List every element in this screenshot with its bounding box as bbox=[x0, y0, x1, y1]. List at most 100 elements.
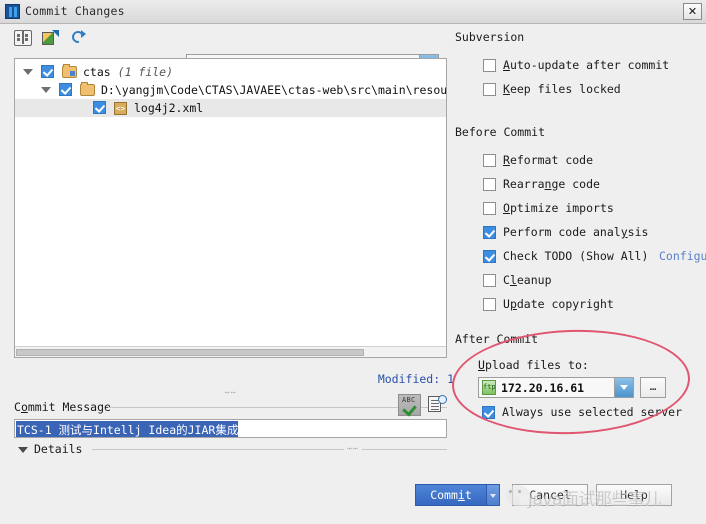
label-pre: U bbox=[503, 297, 510, 311]
commit-message-input[interactable]: TCS-1 测试与Intellj Idea的JIAR集成 bbox=[14, 419, 447, 438]
option-perform-code-analysis[interactable]: Perform code analysis bbox=[455, 222, 700, 246]
label-mnemonic: O bbox=[503, 201, 510, 215]
option-label: Perform code analysis bbox=[503, 225, 648, 239]
label-post: eformat code bbox=[509, 153, 594, 167]
horizontal-scrollbar[interactable] bbox=[15, 346, 446, 357]
row-checkbox[interactable] bbox=[41, 65, 54, 78]
commit-options-panel: Subversion Auto-update after commit Keep… bbox=[455, 30, 706, 346]
show-diff-in-editor-icon[interactable] bbox=[42, 30, 60, 48]
spellcheck-icon[interactable]: ABC bbox=[398, 394, 421, 417]
option-label: Optimize imports bbox=[503, 201, 614, 215]
row-checkbox[interactable] bbox=[483, 59, 496, 72]
splitter-dots: ⋯⋯ bbox=[224, 388, 237, 397]
label-mnemonic: p bbox=[509, 297, 517, 311]
cm-label-pre: C bbox=[14, 400, 21, 414]
cm-label-mnemonic: o bbox=[20, 400, 28, 414]
row-checkbox[interactable] bbox=[483, 226, 496, 239]
upload-label-mnemonic: U bbox=[478, 358, 485, 372]
option-rearrange-code[interactable]: Rearrange code bbox=[455, 174, 700, 198]
option-label: Rearrange code bbox=[503, 177, 600, 191]
row-checkbox[interactable] bbox=[482, 406, 495, 419]
label-post: eep files locked bbox=[509, 82, 621, 96]
row-checkbox[interactable] bbox=[483, 274, 496, 287]
folder-icon bbox=[80, 82, 95, 96]
upload-label-post: pload files to: bbox=[484, 358, 589, 372]
table-row[interactable]: ctas (1 file) bbox=[15, 63, 446, 81]
xml-file-icon: <> bbox=[114, 102, 127, 115]
option-label: Cleanup bbox=[503, 273, 552, 287]
label-post: eanup bbox=[516, 273, 552, 287]
details-label: Details bbox=[34, 442, 88, 456]
row-checkbox[interactable] bbox=[59, 83, 72, 96]
help-button[interactable]: Help bbox=[596, 484, 672, 506]
label-post: ge code bbox=[551, 177, 600, 191]
row-checkbox[interactable] bbox=[483, 298, 496, 311]
option-cleanup[interactable]: Cleanup bbox=[455, 270, 700, 294]
commit-message-header: Commit Message bbox=[14, 400, 447, 414]
folder-changelist-icon bbox=[62, 64, 77, 78]
divider bbox=[92, 449, 447, 450]
cm-label-post: mmit Message bbox=[27, 400, 111, 414]
label-mnemonic: l bbox=[509, 273, 517, 287]
list-item: log4j2.xml bbox=[134, 101, 204, 115]
option-check-todo[interactable]: Check TODO (Show All) Configure bbox=[455, 246, 706, 270]
option-reformat-code[interactable]: Reformat code bbox=[455, 150, 700, 174]
option-auto-update-after-commit[interactable]: Auto-update after commit bbox=[455, 55, 700, 79]
row-checkbox[interactable] bbox=[483, 154, 496, 167]
changed-files-tree[interactable]: ctas (1 file) D:\yangjm\Code\CTAS\JAVAEE… bbox=[14, 58, 447, 358]
label-pre: C bbox=[503, 273, 510, 287]
option-label: Always use selected server bbox=[502, 405, 683, 419]
node-label: D:\yangjm\Code\CTAS\JAVAEE\ctas-web\src\… bbox=[101, 83, 447, 97]
ftp-icon: ftp bbox=[482, 380, 496, 395]
label-post: ptimize imports bbox=[509, 201, 614, 215]
option-update-copyright[interactable]: Update copyright bbox=[455, 294, 700, 318]
upload-server-value: 172.20.16.61 bbox=[501, 381, 585, 395]
title-bar: Commit Changes ✕ bbox=[0, 0, 706, 24]
chevron-down-icon[interactable] bbox=[614, 378, 633, 397]
option-keep-files-locked[interactable]: Keep files locked bbox=[455, 79, 700, 103]
label-mnemonic: A bbox=[503, 58, 510, 72]
splitter-handle[interactable]: ⋯⋯ bbox=[14, 386, 447, 397]
commit-label-post: t bbox=[464, 488, 472, 502]
row-checkbox[interactable] bbox=[483, 202, 496, 215]
label-mnemonic: K bbox=[503, 82, 510, 96]
details-toggle[interactable]: Details ⋯⋯ bbox=[14, 442, 447, 457]
upload-server-combobox[interactable]: ftp 172.20.16.61 bbox=[478, 377, 634, 398]
expand-twisty-icon[interactable] bbox=[41, 87, 51, 93]
commit-message-value: TCS-1 测试与Intellj Idea的JIAR集成 bbox=[16, 421, 239, 437]
show-diff-icon[interactable] bbox=[14, 30, 32, 48]
option-label: Auto-update after commit bbox=[503, 58, 669, 72]
label-post: sis bbox=[627, 225, 649, 239]
cancel-button[interactable]: Cancel bbox=[512, 484, 588, 506]
expand-twisty-icon[interactable] bbox=[23, 69, 33, 75]
status-badge: Modified: 1 bbox=[377, 372, 454, 386]
option-optimize-imports[interactable]: Optimize imports bbox=[455, 198, 700, 222]
group-after-commit: After Commit bbox=[455, 332, 700, 346]
table-row[interactable]: <> log4j2.xml bbox=[15, 99, 446, 117]
label-pre: Perform code anal bbox=[503, 225, 621, 239]
configure-link[interactable]: Configure bbox=[659, 249, 706, 263]
option-label: Check TODO (Show All) bbox=[503, 249, 649, 263]
commit-label-pre: Comm bbox=[430, 488, 458, 502]
commit-changes-dialog: Commit Changes ✕ » Change list: TCS-1 测试… bbox=[0, 0, 706, 524]
row-checkbox[interactable] bbox=[93, 101, 106, 114]
row-checkbox[interactable] bbox=[483, 250, 496, 263]
window-title: Commit Changes bbox=[25, 4, 125, 18]
option-label: Update copyright bbox=[503, 297, 614, 311]
commit-dropdown-button[interactable] bbox=[487, 484, 500, 506]
browse-servers-button[interactable]: … bbox=[640, 377, 666, 398]
scrollbar-thumb[interactable] bbox=[16, 349, 364, 356]
row-checkbox[interactable] bbox=[483, 178, 496, 191]
row-checkbox[interactable] bbox=[483, 83, 496, 96]
table-row[interactable]: D:\yangjm\Code\CTAS\JAVAEE\ctas-web\src\… bbox=[15, 81, 446, 99]
commit-label-mnemonic: i bbox=[457, 488, 465, 502]
label-mnemonic: R bbox=[503, 153, 510, 167]
refresh-icon[interactable] bbox=[70, 30, 88, 48]
details-dots: ⋯⋯ bbox=[344, 444, 362, 453]
close-icon[interactable]: ✕ bbox=[683, 3, 702, 20]
chevron-down-icon[interactable] bbox=[18, 447, 28, 453]
list-item: ctas (1 file) bbox=[83, 65, 173, 79]
list-item: D:\yangjm\Code\CTAS\JAVAEE\ctas-web\src\… bbox=[101, 83, 447, 97]
message-history-icon[interactable] bbox=[427, 395, 447, 415]
commit-button[interactable]: Commit bbox=[415, 484, 487, 506]
